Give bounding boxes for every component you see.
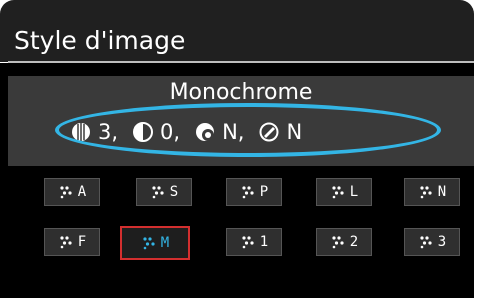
picture-style-icon bbox=[330, 234, 346, 250]
picture-style-icon bbox=[240, 184, 256, 200]
parameters-highlight-ellipse bbox=[55, 103, 441, 157]
camera-menu-screen: Style d'image Monochrome 3, 0, N, N A S … bbox=[0, 0, 487, 298]
page-title: Style d'image bbox=[14, 26, 186, 55]
style-button-user-3[interactable]: 3 bbox=[404, 228, 460, 256]
picture-style-icon bbox=[418, 184, 434, 200]
picture-style-icon bbox=[150, 184, 166, 200]
picture-style-icon bbox=[418, 234, 434, 250]
picture-style-icon bbox=[58, 184, 74, 200]
style-button-label: S bbox=[169, 184, 179, 200]
style-button-label: P bbox=[259, 184, 269, 200]
style-button-user-2[interactable]: 2 bbox=[316, 228, 372, 256]
style-button-monochrome[interactable]: M bbox=[120, 226, 190, 260]
style-button-label: 3 bbox=[437, 234, 447, 250]
picture-style-icon bbox=[240, 234, 256, 250]
style-button-label: L bbox=[349, 184, 359, 200]
picture-style-icon bbox=[58, 234, 74, 250]
style-button-user-1[interactable]: 1 bbox=[226, 228, 282, 256]
style-button-neutral[interactable]: N bbox=[404, 178, 460, 206]
style-button-label: N bbox=[437, 184, 447, 200]
picture-style-icon bbox=[330, 184, 346, 200]
style-button-auto[interactable]: A bbox=[44, 178, 100, 206]
style-button-label: M bbox=[160, 235, 170, 251]
style-button-label: 2 bbox=[349, 234, 359, 250]
picture-style-icon bbox=[141, 235, 157, 251]
style-button-landscape[interactable]: L bbox=[316, 178, 372, 206]
style-button-label: A bbox=[77, 184, 87, 200]
title-bar: Style d'image bbox=[0, 0, 474, 62]
style-button-portrait[interactable]: P bbox=[226, 178, 282, 206]
style-button-label: 1 bbox=[259, 234, 269, 250]
style-button-label: F bbox=[77, 234, 87, 250]
style-button-faithful[interactable]: F bbox=[44, 228, 100, 256]
style-button-standard[interactable]: S bbox=[136, 178, 192, 206]
